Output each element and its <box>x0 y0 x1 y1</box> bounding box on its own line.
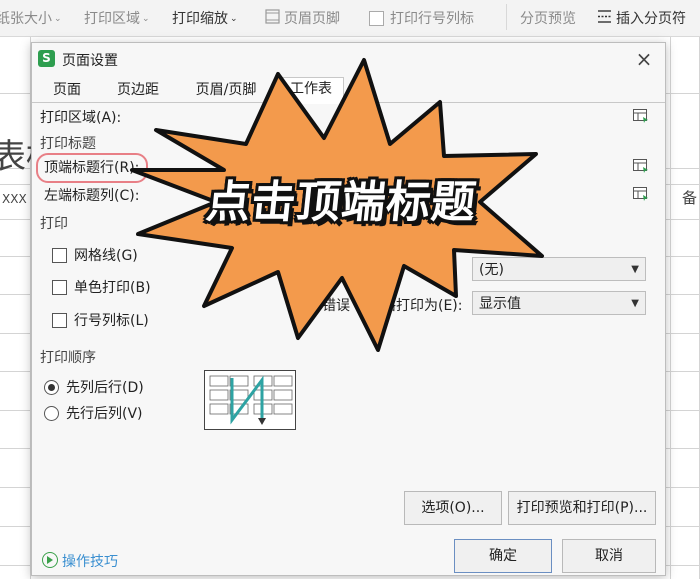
ribbon-separator <box>506 4 507 30</box>
print-preview-button[interactable]: 打印预览和打印(P)... <box>508 491 656 525</box>
mono-print-checkbox[interactable] <box>52 280 67 295</box>
range-select-icon[interactable] <box>633 187 649 201</box>
range-select-icon[interactable] <box>633 159 649 173</box>
insert-page-break-button[interactable]: 插入分页符 <box>616 8 686 28</box>
print-row-col-checkbox[interactable] <box>369 11 384 26</box>
over-then-down-radio[interactable] <box>44 406 59 421</box>
close-icon[interactable]: × <box>632 47 656 71</box>
paper-size-button[interactable]: 纸张大小 ⌄ <box>0 8 62 28</box>
top-title-rows-label: 顶端标题行(R): <box>44 160 140 176</box>
header-footer-button[interactable]: 页眉页脚 <box>284 8 340 28</box>
left-title-cols-label: 左端标题列(C): <box>44 188 140 204</box>
print-order-section: 打印顺序 <box>40 350 96 366</box>
print-order-preview-graphic <box>204 370 296 430</box>
print-scale-button[interactable]: 打印缩放 ⌄ <box>172 8 238 28</box>
down-then-over-label: 先列后行(D) <box>66 380 144 396</box>
cancel-button[interactable]: 取消 <box>562 539 656 573</box>
toolbar-ribbon: 纸张大小 ⌄ 打印区域 ⌄ 打印缩放 ⌄ 页眉页脚 打印行号列标 分页预览 插入分页符 <box>0 0 700 37</box>
callout-text: 点击顶端标题 <box>203 177 480 228</box>
tips-link[interactable]: 操作技巧 <box>42 551 118 571</box>
insert-page-break-icon <box>598 10 611 23</box>
play-circle-icon <box>42 552 58 568</box>
tab-page[interactable]: 页面 <box>40 79 94 101</box>
print-area-button[interactable]: 打印区域 ⌄ <box>84 8 150 28</box>
print-row-col-labels-label: 打印行号列标 <box>390 11 474 27</box>
wps-spreadsheet-icon: S <box>38 50 55 67</box>
dialog-title: 页面设置 <box>62 53 118 69</box>
print-section: 打印 <box>40 216 68 232</box>
sheet-cell-text: XXX <box>2 192 27 206</box>
page-break-preview-button[interactable]: 分页预览 <box>520 8 576 28</box>
header-footer-icon <box>265 9 280 24</box>
print-area-label: 打印区域(A): <box>40 110 122 126</box>
sheet-header-fragment: 备 <box>682 189 698 207</box>
ok-button[interactable]: 确定 <box>454 539 552 573</box>
range-select-icon[interactable] <box>633 109 649 123</box>
over-then-down-label: 先行后列(V) <box>66 406 143 422</box>
gridlines-checkbox[interactable] <box>52 248 67 263</box>
print-titles-section: 打印标题 <box>40 136 96 152</box>
row-col-labels-checkbox[interactable] <box>52 313 67 328</box>
options-button[interactable]: 选项(O)... <box>404 491 502 525</box>
down-then-over-radio[interactable] <box>44 380 59 395</box>
